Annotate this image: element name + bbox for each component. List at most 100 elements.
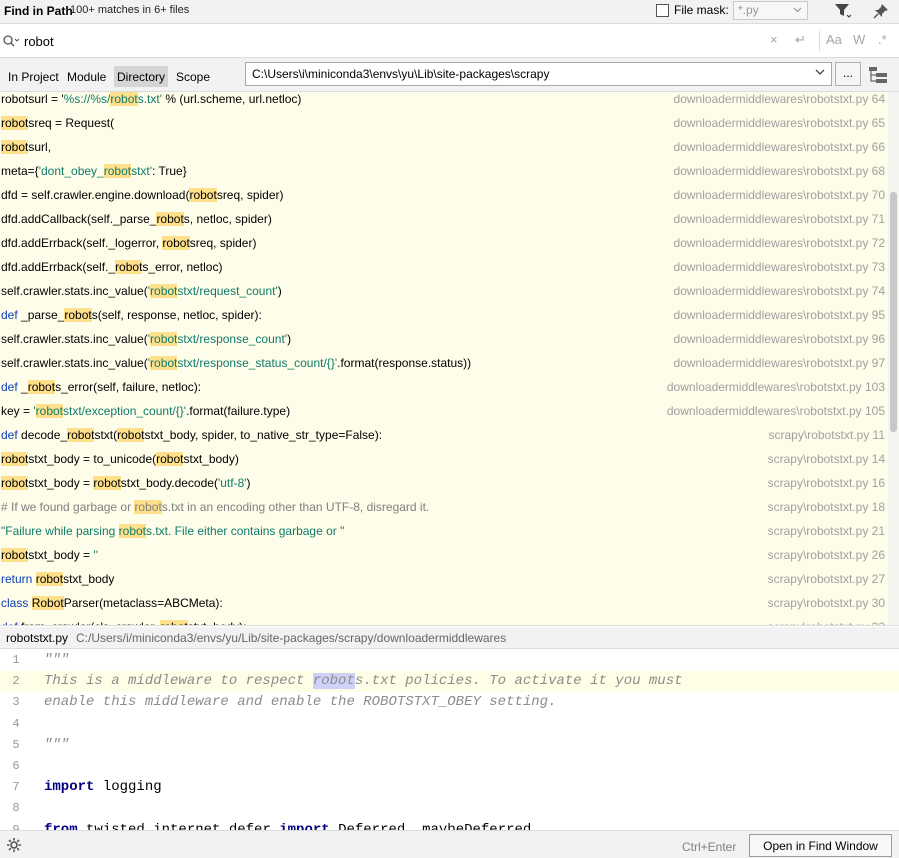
match-highlight: robot	[1, 140, 29, 154]
recursive-directory-icon[interactable]	[868, 66, 888, 84]
result-file-location: downloadermiddlewares\robotstxt.py 65	[673, 116, 885, 130]
result-file-location: scrapy\robotstxt.py 14	[767, 452, 885, 466]
result-row[interactable]: dfd.addCallback(self._parse_robots, netl…	[0, 208, 888, 232]
preview-line: 2 This is a middleware to respect robots.…	[0, 671, 899, 693]
browse-button[interactable]: ...	[835, 62, 861, 86]
result-file-location: scrapy\robotstxt.py 18	[767, 500, 885, 514]
search-icon[interactable]	[2, 34, 20, 48]
match-case-toggle[interactable]: Aa	[826, 32, 842, 47]
result-file-location: scrapy\robotstxt.py 33	[768, 620, 885, 625]
preview-line: 9 from twisted.internet.defer import Defe…	[0, 820, 899, 830]
filter-icon[interactable]	[834, 3, 852, 19]
result-row[interactable]: self.crawler.stats.inc_value('robotstxt/…	[0, 352, 888, 376]
code-fragment: surl = '	[28, 92, 64, 106]
result-row[interactable]: def _robots_error(self, failure, netloc)…	[0, 376, 888, 400]
tab-directory[interactable]: Directory	[114, 66, 169, 87]
code-preview[interactable]: 1 """ 2 This is a middleware to respect rob…	[0, 650, 899, 830]
result-row[interactable]: dfd = self.crawler.engine.download(robot…	[0, 184, 888, 208]
line-code: enable this middleware and enable the RO…	[44, 694, 556, 710]
chevron-down-icon[interactable]	[815, 69, 825, 76]
code-fragment: self.crawler.stats.inc_value(	[1, 284, 148, 298]
result-row[interactable]: def decode_robotstxt(robotstxt_body, spi…	[0, 424, 888, 448]
code-fragment: % (url.scheme, url.netloc)	[162, 92, 302, 106]
gear-icon[interactable]	[6, 837, 22, 853]
result-row[interactable]: def from_crawler(cls, crawler, robotstxt…	[0, 616, 888, 625]
preview-file-path: C:/Users/i/miniconda3/envs/yu/Lib/site-p…	[76, 631, 507, 645]
result-row[interactable]: class RobotParser(metaclass=ABCMeta): scr…	[0, 592, 888, 616]
line-number: 3	[12, 695, 20, 710]
result-row[interactable]: robotsurl = '%s://%s/robots.txt' % (url.…	[0, 92, 888, 112]
code-fragment: dfd.addErrback(self._	[1, 260, 116, 274]
result-row[interactable]: self.crawler.stats.inc_value('robotstxt/…	[0, 280, 888, 304]
dialog-title: Find in Path	[4, 4, 73, 18]
result-code: def _parse_robots(self, response, netloc…	[1, 308, 262, 322]
clear-search-icon[interactable]: ×	[770, 32, 778, 47]
search-input[interactable]	[24, 32, 764, 50]
code-fragment: dfd = self.crawler.engine.download(	[1, 188, 190, 202]
code-fragment: )	[246, 476, 251, 490]
result-file-location: downloadermiddlewares\robotstxt.py 105	[666, 404, 885, 418]
code-fragment: "Failure while parsing	[1, 524, 119, 538]
result-row[interactable]: meta={'dont_obey_robotstxt': True} downlo…	[0, 160, 888, 184]
result-row[interactable]: return robotstxt_body scrapy\robotstxt.py…	[0, 568, 888, 592]
code-fragment: def	[1, 380, 18, 394]
results-scrollbar[interactable]	[888, 92, 899, 625]
result-code: dfd.addErrback(self._robots_error, netlo…	[1, 260, 222, 274]
result-row[interactable]: robotsreq = Request(downloadermiddleware…	[0, 112, 888, 136]
line-code: """	[44, 652, 69, 668]
code-fragment: Deferred, maybeDeferred	[329, 821, 532, 830]
result-code: meta={'dont_obey_robotstxt': True}	[1, 164, 187, 178]
whole-words-toggle[interactable]: W	[853, 32, 865, 47]
file-mask-dropdown[interactable]: *.py	[733, 1, 808, 20]
result-file-location: downloadermiddlewares\robotstxt.py 73	[673, 260, 885, 274]
tab-in-project[interactable]: In Project	[5, 66, 62, 87]
match-highlight: robot	[1, 116, 29, 130]
code-fragment: dfd.addCallback(self._parse_	[1, 212, 157, 226]
result-row[interactable]: def _parse_robots(self, response, netloc…	[0, 304, 888, 328]
result-row[interactable]: dfd.addErrback(self._robots_error, netlo…	[0, 256, 888, 280]
match-highlight: robot	[150, 284, 178, 298]
code-fragment: def	[1, 620, 18, 625]
shortcut-hint: Ctrl+Enter	[682, 840, 737, 854]
result-code: robotstxt_body = ''	[1, 548, 98, 562]
result-row[interactable]: robotstxt_body = '' scrapy\robotstxt.py 2…	[0, 544, 888, 568]
file-mask-checkbox[interactable]	[656, 4, 669, 17]
line-number: 1	[12, 653, 20, 667]
result-code: robotsurl = '%s://%s/robots.txt' % (url.…	[1, 92, 301, 106]
match-highlight: robot	[35, 404, 64, 418]
result-row[interactable]: dfd.addErrback(self._logerror, robotsreq…	[0, 232, 888, 256]
code-fragment: )	[287, 332, 292, 346]
result-row[interactable]: "Failure while parsing robots.txt. File …	[0, 520, 888, 544]
result-row[interactable]: robotstxt_body = robotstxt_body.decode('…	[0, 472, 888, 496]
preview-line: 6	[0, 756, 899, 777]
new-line-icon[interactable]: ↵	[795, 32, 806, 48]
code-fragment: stxt_body =	[28, 548, 94, 562]
pin-icon[interactable]	[872, 2, 890, 20]
match-highlight: robot	[156, 452, 184, 466]
result-file-location: downloadermiddlewares\robotstxt.py 74	[673, 284, 885, 298]
result-row[interactable]: robotstxt_body = to_unicode(robotstxt_bo…	[0, 448, 888, 472]
code-fragment: class	[1, 596, 29, 610]
results-list: robotsurl = '%s://%s/robots.txt' % (url.…	[0, 92, 899, 626]
result-row[interactable]: key = 'robotstxt/exception_count/{}'.for…	[0, 400, 888, 424]
tab-module[interactable]: Module	[64, 66, 109, 87]
result-row[interactable]: self.crawler.stats.inc_value('robotstxt/…	[0, 328, 888, 352]
match-highlight: robot	[35, 572, 64, 586]
tab-scope[interactable]: Scope	[173, 66, 213, 87]
directory-field[interactable]: C:\Users\i\miniconda3\envs\yu\Lib\site-p…	[245, 62, 832, 86]
scroll-thumb[interactable]	[890, 192, 897, 432]
result-code: robotsurl,	[1, 140, 51, 154]
result-code: def from_crawler(cls, crawler, robotstxt…	[1, 620, 246, 625]
result-row[interactable]: robotsurl, downloadermiddlewares\robotstx…	[0, 136, 888, 160]
code-fragment: meta={	[1, 164, 39, 178]
regex-toggle[interactable]: .*	[878, 32, 887, 47]
open-in-find-window-button[interactable]: Open in Find Window	[749, 834, 892, 857]
result-file-location: downloadermiddlewares\robotstxt.py 68	[673, 164, 885, 178]
result-row[interactable]: # If we found garbage or robots.txt in a…	[0, 496, 888, 520]
code-fragment: ''	[93, 548, 98, 562]
preview-line: 5 """	[0, 735, 899, 756]
match-highlight: robot	[64, 308, 92, 322]
search-row: × ↵ Aa W .*	[0, 25, 899, 58]
code-fragment: return	[1, 572, 33, 586]
code-fragment: import	[44, 779, 95, 796]
